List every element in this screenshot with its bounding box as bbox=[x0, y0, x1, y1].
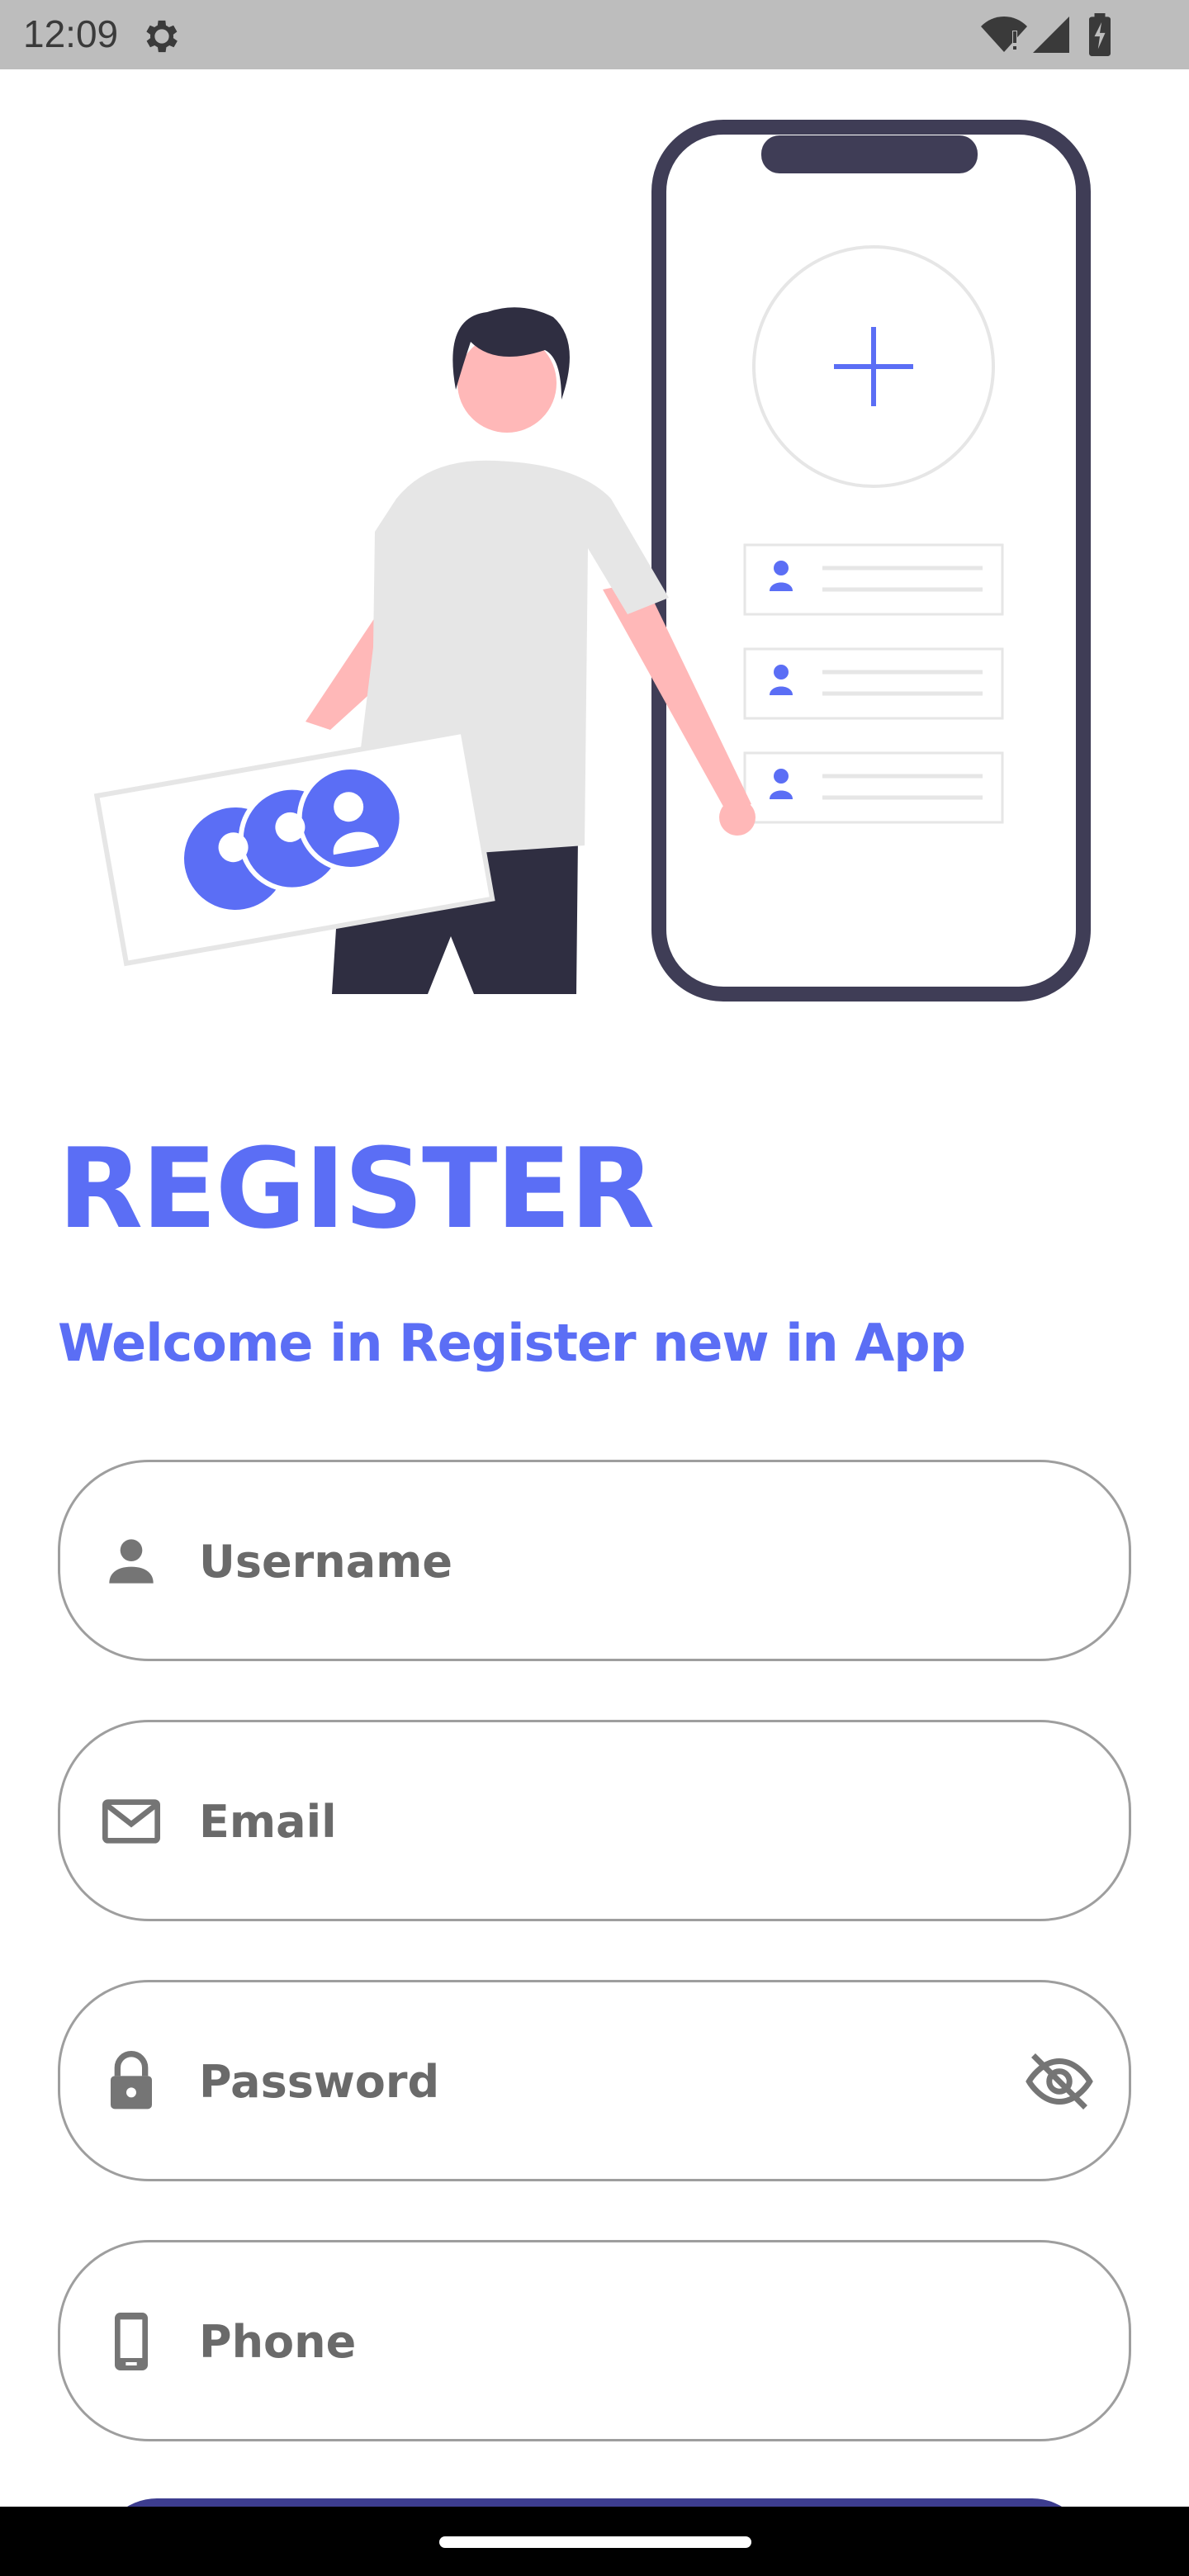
username-field[interactable] bbox=[58, 1460, 1131, 1661]
password-input[interactable] bbox=[199, 2025, 1025, 2138]
email-field[interactable] bbox=[58, 1720, 1131, 1921]
register-illustration bbox=[93, 120, 1091, 1002]
page-subtitle: Welcome in Register new in App bbox=[58, 1313, 966, 1373]
phone-illustration bbox=[651, 120, 1091, 1002]
phone-input[interactable] bbox=[199, 2285, 1025, 2398]
phone-field[interactable] bbox=[58, 2240, 1131, 2441]
page-title: REGISTER bbox=[58, 1125, 655, 1253]
person-icon bbox=[109, 1539, 154, 1584]
lock-icon bbox=[111, 2051, 152, 2110]
contact-row bbox=[743, 751, 1004, 824]
username-input[interactable] bbox=[199, 1505, 1025, 1617]
mail-icon bbox=[102, 1799, 160, 1844]
email-input[interactable] bbox=[199, 1765, 1025, 1878]
status-time: 12:09 bbox=[23, 12, 119, 55]
battery-charging-icon bbox=[1089, 13, 1111, 56]
contact-row bbox=[743, 647, 1004, 720]
gear-icon bbox=[146, 20, 178, 53]
wifi-icon bbox=[981, 17, 1027, 52]
contact-row bbox=[743, 543, 1004, 616]
eye-off-icon[interactable] bbox=[1025, 2047, 1094, 2116]
home-gesture-handle[interactable] bbox=[439, 2536, 751, 2548]
phone-icon bbox=[115, 2313, 148, 2370]
signal-icon bbox=[1033, 17, 1069, 53]
password-field[interactable] bbox=[58, 1980, 1131, 2181]
status-bar: 12:09 bbox=[0, 0, 1189, 69]
